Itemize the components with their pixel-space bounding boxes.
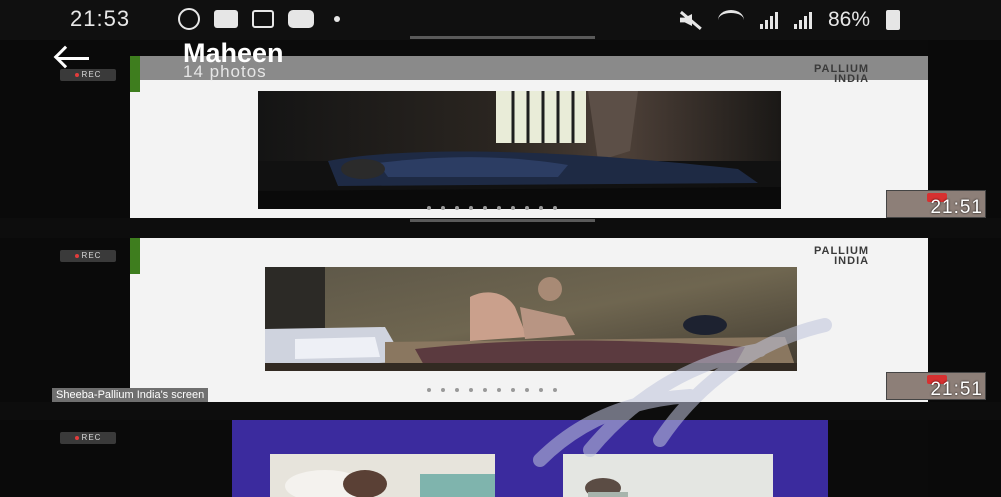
video-thumbnail[interactable]: 21:51 — [886, 190, 986, 218]
b-app-icon — [252, 10, 274, 28]
notification-icons — [178, 8, 340, 30]
thumbnail-time: 21:51 — [930, 197, 983, 218]
divider — [410, 36, 595, 39]
slide-accent-bar — [130, 238, 140, 274]
pallium-india-logo: PALLIUM INDIA — [814, 245, 870, 267]
watermark-logo — [533, 318, 832, 467]
rec-badge: REC — [60, 250, 116, 262]
thumbnail-time: 21:51 — [930, 379, 983, 400]
signal-icon — [794, 11, 812, 29]
rec-badge: REC — [60, 69, 116, 81]
youtube-icon — [288, 10, 314, 28]
page-indicator — [427, 206, 557, 210]
pallium-india-logo: PALLIUM INDIA — [814, 63, 870, 85]
right-gutter — [928, 40, 1001, 497]
back-arrow-icon[interactable] — [54, 46, 92, 70]
photo-patient-lying[interactable] — [258, 91, 781, 209]
photo-count: 14 photos — [183, 62, 267, 81]
slide-accent-bar — [130, 56, 140, 92]
system-icons: 86% — [678, 8, 901, 32]
battery-percentage: 86% — [828, 8, 871, 31]
video-thumbnail[interactable]: 21:51 — [886, 372, 986, 400]
divider — [410, 219, 595, 222]
photo-image — [258, 91, 781, 209]
rec-badge: REC — [60, 432, 116, 444]
message-icon — [214, 10, 238, 28]
status-bar: 21:53 86% — [0, 0, 1001, 40]
battery-icon — [886, 10, 901, 30]
wifi-icon — [718, 10, 744, 30]
screen-share-label: Sheeba-Pallium India's screen — [52, 388, 209, 402]
signal-icon — [760, 11, 778, 29]
status-time: 21:53 — [70, 6, 131, 31]
mute-icon — [678, 11, 702, 29]
left-gutter — [0, 40, 130, 497]
whatsapp-icon — [178, 8, 200, 30]
notification-dot-icon — [334, 16, 340, 22]
